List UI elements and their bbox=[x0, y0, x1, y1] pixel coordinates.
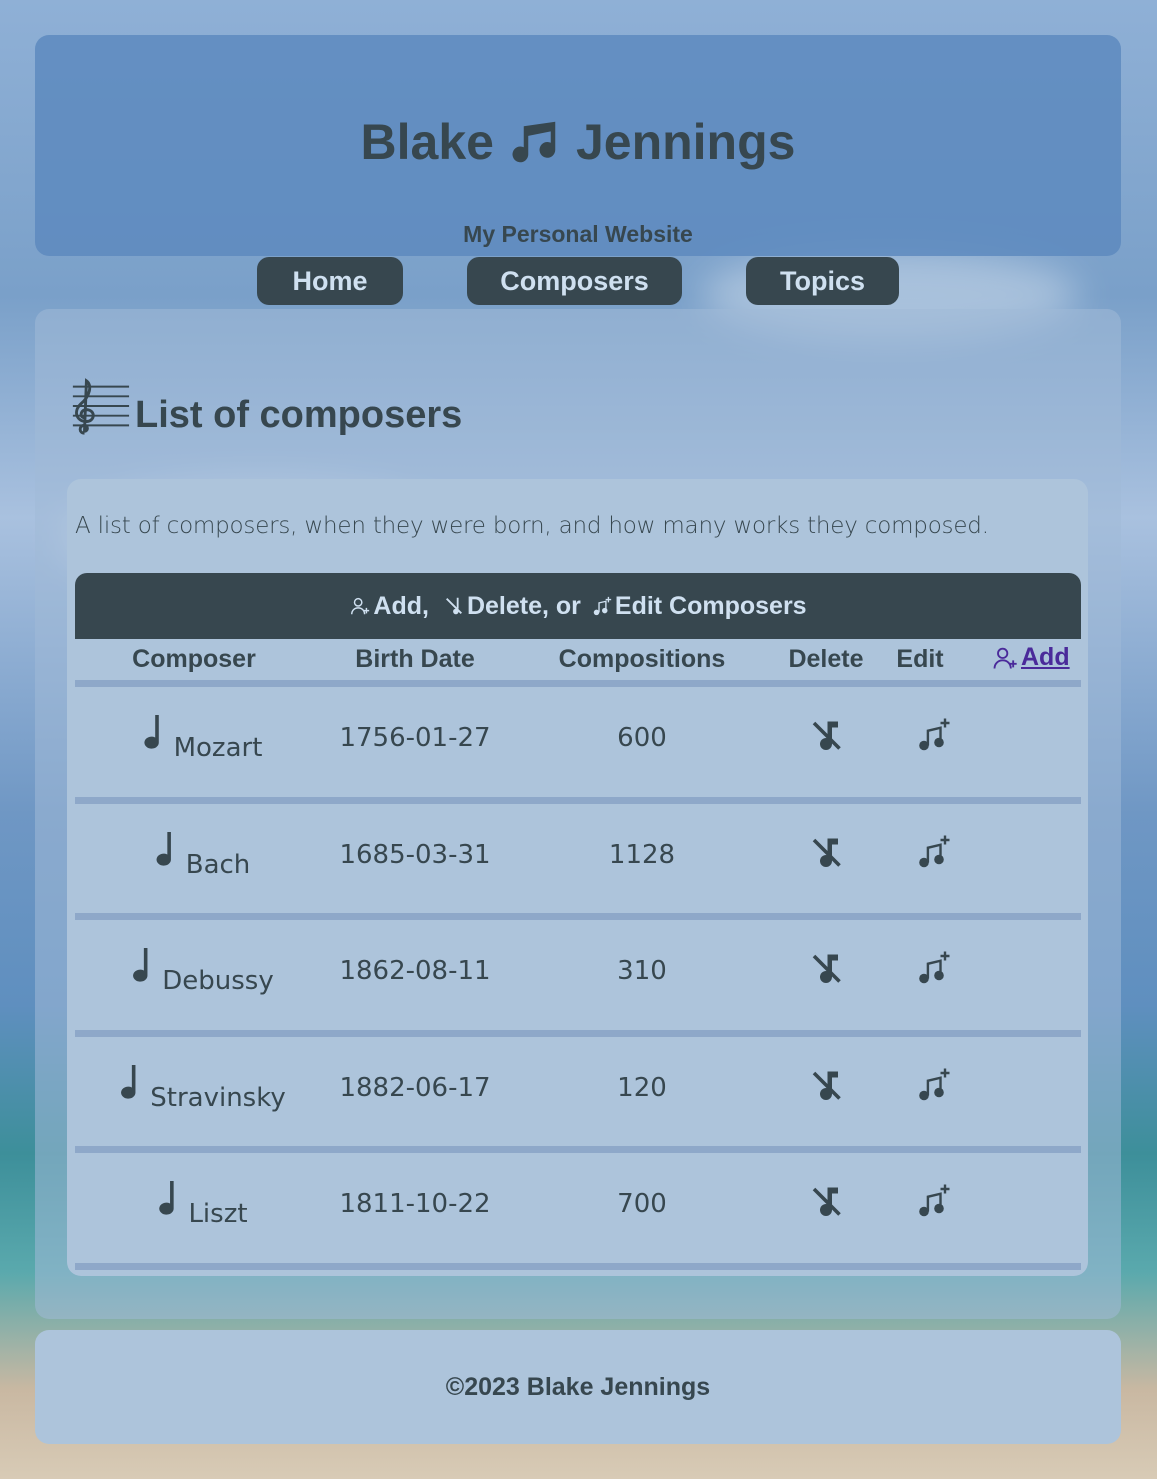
compositions-cell: 120 bbox=[617, 1072, 667, 1103]
delete-composer-icon[interactable] bbox=[808, 950, 844, 986]
site-subtitle: My Personal Website bbox=[463, 221, 693, 247]
edit-composer-icon[interactable] bbox=[915, 717, 951, 753]
compositions-cell: 700 bbox=[617, 1189, 667, 1219]
delete-composer-icon[interactable] bbox=[808, 1067, 844, 1103]
column-header-birth-date: Birth Date bbox=[355, 645, 475, 673]
music-add-icon bbox=[593, 596, 612, 616]
delete-composer-icon[interactable] bbox=[808, 717, 844, 753]
site-title: Blake Jennings bbox=[35, 115, 1121, 169]
nav-topics-button[interactable]: Topics bbox=[746, 257, 899, 305]
footer-copyright: ©2023 Blake Jennings bbox=[445, 1372, 711, 1401]
row-separator bbox=[75, 796, 1081, 804]
music-off-icon bbox=[445, 597, 462, 615]
compositions-cell: 310 bbox=[617, 956, 667, 986]
table-row: Stravinsky 1882-06-17 120 bbox=[75, 1037, 1081, 1145]
composer-cell: Liszt bbox=[152, 1181, 248, 1229]
table-column-headers: Composer Birth Date Compositions Delete … bbox=[75, 639, 1081, 683]
composers-card: A list of composers, when they were born… bbox=[67, 479, 1088, 1276]
table-row: Liszt 1811-10-22 700 bbox=[75, 1153, 1081, 1261]
column-header-composer: Composer bbox=[132, 645, 256, 673]
main-content: List of composers A list of composers, w… bbox=[35, 309, 1121, 1319]
nav-home-button[interactable]: Home bbox=[257, 257, 403, 305]
row-separator bbox=[75, 1029, 1081, 1037]
column-header-compositions: Compositions bbox=[558, 645, 726, 673]
treble-clef-staff-icon bbox=[72, 378, 130, 435]
edit-composer-icon[interactable] bbox=[915, 950, 951, 986]
composer-cell: Mozart bbox=[138, 715, 263, 763]
birth-date-cell: 1811-10-22 bbox=[339, 1189, 491, 1219]
list-description: A list of composers, when they were born… bbox=[75, 513, 989, 539]
banner-add-text: Add, bbox=[373, 591, 429, 620]
edit-composer-icon[interactable] bbox=[915, 834, 951, 870]
banner-delete-text: Delete, or bbox=[466, 591, 581, 620]
page-title-text: List of composers bbox=[135, 394, 463, 436]
quarter-note-icon bbox=[121, 1064, 136, 1099]
column-header-edit: Edit bbox=[896, 645, 944, 673]
site-footer: ©2023 Blake Jennings bbox=[35, 1330, 1121, 1444]
table-row: Debussy 1862-08-11 310 bbox=[75, 920, 1081, 1028]
quarter-note-icon bbox=[159, 1181, 174, 1215]
composer-name: Stravinsky bbox=[150, 1082, 286, 1113]
composer-cell: Stravinsky bbox=[114, 1064, 286, 1113]
composer-cell: Bach bbox=[150, 831, 251, 880]
edit-composer-icon[interactable] bbox=[915, 1067, 951, 1103]
table-banner: Add, Delete, or Edit Composers bbox=[75, 573, 1081, 639]
composer-cell: Debussy bbox=[126, 948, 274, 996]
page-title: List of composers bbox=[69, 375, 462, 437]
birth-date-cell: 1756-01-27 bbox=[339, 723, 491, 753]
delete-composer-icon[interactable] bbox=[808, 1183, 844, 1219]
composer-name: Mozart bbox=[173, 733, 263, 763]
site-title-first: Blake bbox=[360, 114, 494, 170]
add-composer-link[interactable]: Add bbox=[991, 643, 1070, 672]
compositions-cell: 1128 bbox=[608, 839, 676, 870]
add-user-icon bbox=[993, 647, 1017, 669]
birth-date-cell: 1882-06-17 bbox=[339, 1072, 491, 1103]
composer-name: Debussy bbox=[162, 966, 274, 996]
column-header-delete: Delete bbox=[788, 645, 864, 673]
delete-composer-icon[interactable] bbox=[808, 834, 844, 870]
birth-date-cell: 1862-08-11 bbox=[339, 956, 491, 986]
row-separator bbox=[75, 680, 1081, 687]
table-row: Bach 1685-03-31 1128 bbox=[75, 804, 1081, 912]
compositions-cell: 600 bbox=[617, 723, 667, 753]
site-header: Blake Jennings My Personal Website bbox=[35, 35, 1121, 256]
add-user-icon bbox=[351, 597, 370, 615]
quarter-note-icon bbox=[133, 948, 148, 982]
birth-date-cell: 1685-03-31 bbox=[339, 839, 491, 870]
edit-composer-icon[interactable] bbox=[915, 1183, 951, 1219]
table-row: Mozart 1756-01-27 600 bbox=[75, 687, 1081, 795]
row-separator bbox=[75, 1262, 1081, 1270]
quarter-note-icon bbox=[144, 715, 159, 749]
composer-name: Bach bbox=[185, 849, 251, 880]
site-title-last: Jennings bbox=[575, 114, 796, 170]
add-composer-link-text: Add bbox=[1021, 643, 1070, 671]
composer-name: Liszt bbox=[188, 1199, 248, 1229]
nav-composers-button[interactable]: Composers bbox=[467, 257, 682, 305]
banner-edit-text: Edit Composers bbox=[614, 591, 807, 620]
row-separator bbox=[75, 913, 1081, 920]
quarter-note-icon bbox=[156, 831, 171, 866]
row-separator bbox=[75, 1146, 1081, 1153]
music-note-icon bbox=[512, 121, 556, 163]
